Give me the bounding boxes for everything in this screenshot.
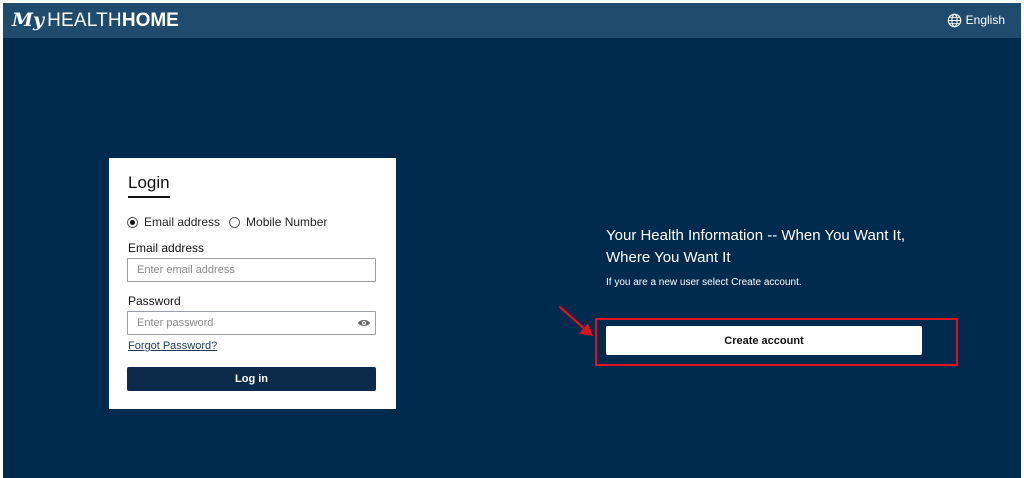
login-button[interactable]: Log in: [127, 367, 376, 391]
promo-subtitle: If you are a new user select Create acco…: [606, 277, 802, 288]
email-label: Email address: [128, 241, 205, 255]
language-selector[interactable]: English: [947, 12, 1005, 28]
radio-option-email[interactable]: Email address: [127, 215, 220, 229]
login-title: Login: [128, 173, 170, 198]
password-input[interactable]: [127, 311, 376, 335]
globe-icon: [947, 13, 961, 27]
login-method-radio-group: Email address Mobile Number: [127, 215, 336, 229]
radio-email-label: Email address: [144, 215, 221, 229]
radio-mobile-label: Mobile Number: [246, 215, 328, 229]
radio-mobile[interactable]: [229, 216, 241, 228]
login-card: Login Email address Mobile Number Email …: [109, 158, 396, 409]
logo[interactable]: My HEALTHHOME: [12, 8, 179, 33]
create-account-button[interactable]: Create account: [606, 326, 922, 355]
email-input[interactable]: [127, 258, 376, 282]
language-label: English: [965, 13, 1005, 27]
password-label: Password: [128, 294, 181, 308]
promo-title: Your Health Information -- When You Want…: [606, 227, 906, 266]
logo-my: My: [12, 9, 45, 31]
forgot-password-link[interactable]: Forgot Password?: [128, 340, 217, 352]
top-bar: My HEALTHHOME English: [3, 3, 1021, 38]
arrow-icon: [558, 305, 593, 336]
radio-option-mobile[interactable]: Mobile Number: [229, 215, 327, 229]
logo-health: HEALTH: [47, 10, 122, 31]
logo-home: HOME: [121, 10, 179, 31]
eye-icon[interactable]: [357, 318, 371, 328]
radio-email[interactable]: [127, 216, 138, 228]
